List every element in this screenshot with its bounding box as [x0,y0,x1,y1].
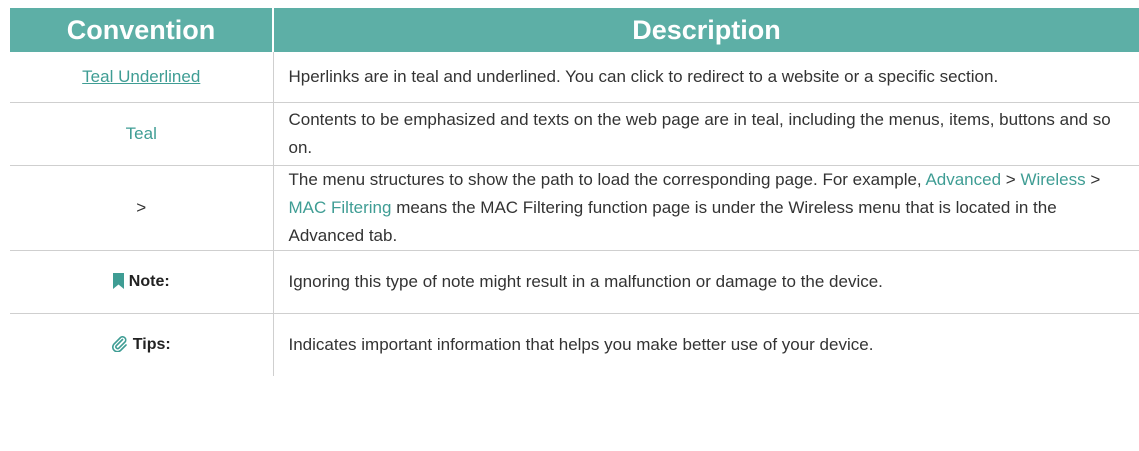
convention-cell: Teal Underlined [10,52,274,103]
convention-cell: Tips: [10,313,274,376]
description-cell: Indicates important information that hel… [288,335,874,354]
description-cell: Contents to be emphasized and texts on t… [273,102,1139,166]
header-description: Description [273,8,1139,52]
description-cell: Hperlinks are in teal and underlined. Yo… [273,52,1139,103]
teal-text-sample: Teal [125,124,157,143]
description-text: means the MAC Filtering function page is… [288,198,1057,245]
description-cell: The menu structures to show the path to … [273,165,1139,251]
teal-underlined-link[interactable]: Teal Underlined [82,67,200,86]
tips-label: Tips: [132,335,171,353]
menu-path-wireless: Wireless [1020,170,1086,189]
convention-cell: > [10,165,274,251]
table-row: > The menu structures to show the path t… [10,165,1139,251]
table-row: Note: Ignoring this type of note might r… [10,250,1139,314]
conventions-table: Convention Description Teal Underlined H… [10,8,1139,376]
table-row: Tips: Indicates important information th… [10,313,1139,376]
path-separator: > [1085,170,1101,189]
note-label: Note: [128,272,170,290]
description-cell: Ignoring this type of note might result … [273,250,1139,314]
table-row: Teal Contents to be emphasized and texts… [10,102,1139,166]
paperclip-icon [111,333,128,361]
path-separator: > [1001,170,1021,189]
convention-cell: Teal [10,102,274,166]
description-text: The menu structures to show the path to … [288,170,926,189]
table-header-row: Convention Description [10,8,1139,52]
convention-cell: Note: [10,250,274,314]
bookmark-icon [112,270,124,298]
table-row: Teal Underlined Hperlinks are in teal an… [10,52,1139,103]
menu-path-advanced: Advanced [925,170,1002,189]
menu-path-mac-filtering: MAC Filtering [288,198,392,217]
header-convention: Convention [10,8,274,52]
